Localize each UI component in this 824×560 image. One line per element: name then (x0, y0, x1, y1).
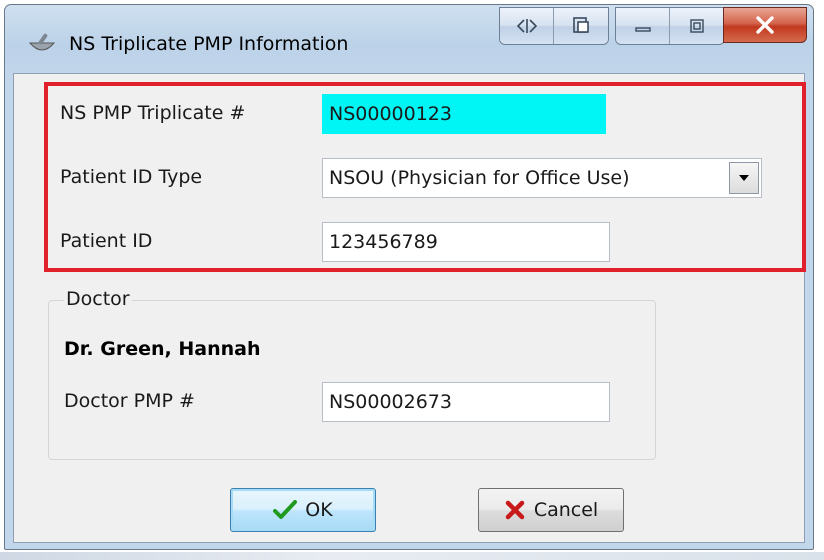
x-icon (505, 500, 525, 520)
title-bar[interactable]: NS Triplicate PMP Information (5, 5, 813, 75)
dialog-body: NS PMP Triplicate # NS00000123 Patient I… (13, 73, 806, 543)
window-controls-group (615, 7, 725, 45)
patient-id-label: Patient ID (60, 230, 153, 252)
doctor-pmp-field[interactable]: NS00002673 (322, 382, 610, 422)
dropdown-button[interactable] (729, 162, 759, 194)
checkmark-icon (273, 500, 298, 519)
maximize-icon (690, 19, 704, 33)
doctor-group-label: Doctor (64, 288, 132, 310)
doctor-name: Dr. Green, Hannah (64, 338, 261, 360)
doctor-groupbox (48, 300, 656, 460)
cancel-button[interactable]: Cancel (478, 488, 624, 532)
minimize-icon (634, 27, 651, 32)
background-strip (0, 552, 824, 560)
copy-window-button[interactable] (554, 8, 608, 44)
ok-button[interactable]: OK (230, 488, 376, 532)
close-icon (756, 16, 774, 34)
minimize-button[interactable] (616, 8, 670, 44)
copy-icon (573, 17, 589, 33)
extra-button-group (499, 7, 609, 45)
patient-id-field[interactable]: 123456789 (322, 222, 610, 262)
window-title: NS Triplicate PMP Information (69, 33, 349, 55)
split-arrows-icon (516, 19, 537, 33)
ok-label: OK (305, 499, 333, 521)
cancel-label: Cancel (533, 499, 599, 521)
patient-id-type-label: Patient ID Type (60, 166, 203, 188)
dialog-window: NS Triplicate PMP Information NS PMP Tri… (4, 4, 814, 550)
triplicate-number-field[interactable]: NS00000123 (322, 94, 606, 134)
patient-id-type-value: NSOU (Physician for Office Use) (329, 167, 630, 189)
patient-id-type-select[interactable]: NSOU (Physician for Office Use) (322, 158, 762, 198)
split-view-button[interactable] (500, 8, 554, 44)
maximize-button[interactable] (670, 8, 724, 44)
close-button[interactable] (723, 7, 807, 43)
triplicate-label: NS PMP Triplicate # (60, 102, 246, 124)
chevron-down-icon (739, 175, 749, 181)
doctor-pmp-label: Doctor PMP # (64, 390, 195, 412)
mortar-pestle-icon (28, 33, 56, 51)
